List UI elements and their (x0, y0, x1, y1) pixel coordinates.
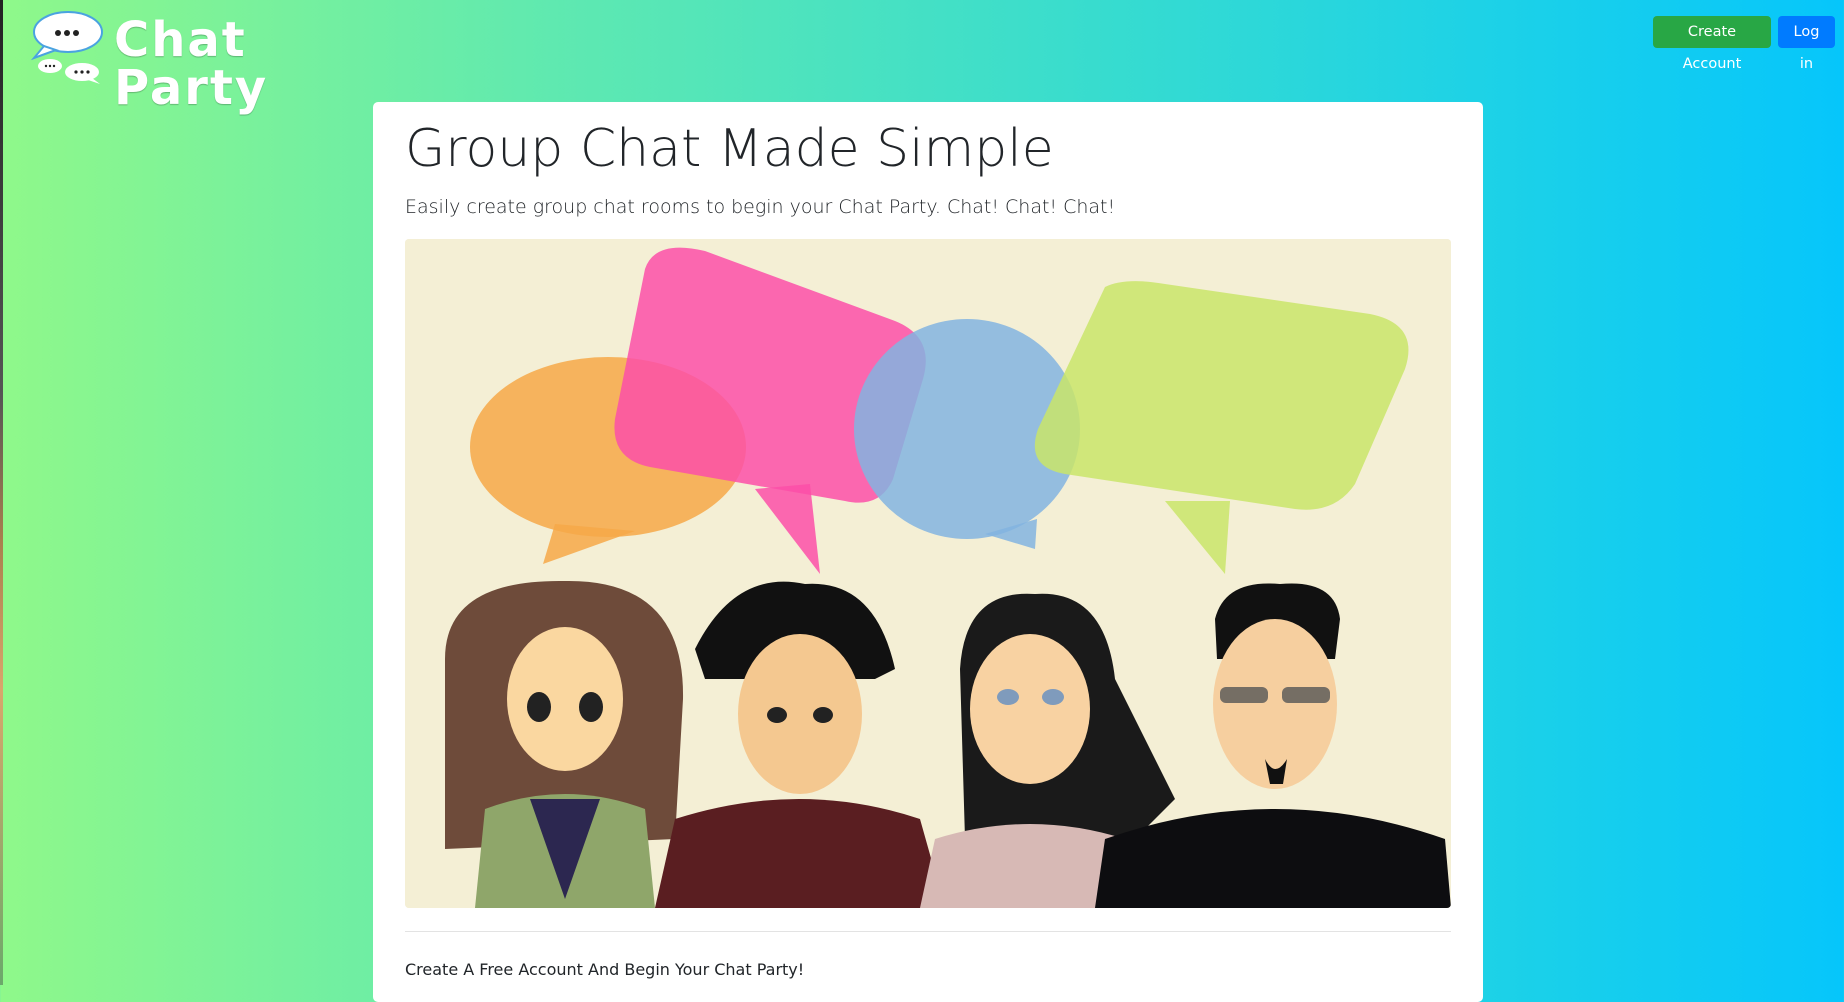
lead-text: Easily create group chat rooms to begin … (405, 196, 1116, 218)
chat-people-illustration-icon (405, 239, 1451, 908)
brand-link[interactable]: Chat Party (30, 8, 330, 112)
cta-text: Create A Free Account And Begin Your Cha… (405, 960, 805, 979)
hero-image (405, 239, 1451, 908)
window-edge (0, 0, 3, 985)
divider (405, 931, 1451, 932)
page-title: Group Chat Made Simple (405, 119, 1054, 179)
main-card: Group Chat Made Simple Easily create gro… (373, 102, 1483, 1002)
chat-bubbles-logo-icon (30, 11, 103, 84)
create-account-button[interactable]: Create Account (1653, 16, 1771, 72)
brand-name: Chat Party (114, 12, 269, 116)
login-button[interactable]: Log in (1778, 16, 1835, 72)
navbar: Chat Party Create Account Log in (0, 0, 1844, 112)
